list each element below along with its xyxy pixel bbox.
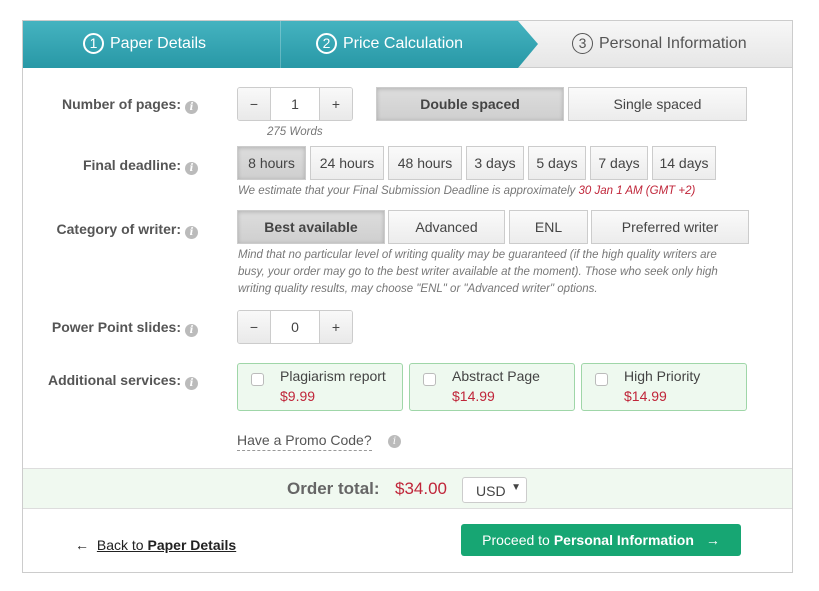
deadline-date: 30 Jan 1 AM (GMT +2) xyxy=(578,185,696,197)
step-price-calculation[interactable]: 2 Price Calculation xyxy=(316,33,463,54)
slides-label: Power Point slides: i xyxy=(23,319,198,337)
slides-plus-button[interactable]: + xyxy=(320,311,352,343)
deadline-estimate: We estimate that your Final Submission D… xyxy=(238,185,696,197)
services-label: Additional services: i xyxy=(23,372,198,390)
pages-input[interactable]: 1 xyxy=(270,88,320,120)
checkbox[interactable] xyxy=(251,373,264,386)
step-personal-information[interactable]: 3 Personal Information xyxy=(572,33,747,54)
writer-enl[interactable]: ENL xyxy=(509,210,588,244)
order-total-bar: Order total: $34.00 USD ▼ xyxy=(23,468,792,509)
deadline-48-hours[interactable]: 48 hours xyxy=(388,146,462,180)
progress-steps: 1 Paper Details 2 Price Calculation 3 Perso… xyxy=(23,21,792,68)
checkbox[interactable] xyxy=(595,373,608,386)
proceed-button[interactable]: Proceed to Personal Information → xyxy=(461,524,741,556)
deadline-24-hours[interactable]: 24 hours xyxy=(310,146,384,180)
deadline-label: Final deadline: i xyxy=(23,157,198,175)
deadline-7-days[interactable]: 7 days xyxy=(590,146,648,180)
words-count: 275 Words xyxy=(267,126,323,138)
slides-input[interactable]: 0 xyxy=(270,311,320,343)
currency-select[interactable]: USD ▼ xyxy=(462,477,527,503)
info-icon[interactable]: i xyxy=(185,324,198,337)
service-abstract-page[interactable]: Abstract Page $14.99 xyxy=(409,363,575,411)
promo-code-link[interactable]: Have a Promo Code? xyxy=(237,432,372,451)
order-total-value: $34.00 xyxy=(395,479,447,498)
service-high-priority[interactable]: High Priority $14.99 xyxy=(581,363,747,411)
step-paper-details[interactable]: 1 Paper Details xyxy=(83,33,206,54)
info-icon[interactable]: i xyxy=(185,101,198,114)
info-icon[interactable]: i xyxy=(185,226,198,239)
single-spaced-button[interactable]: Single spaced xyxy=(568,87,747,121)
deadline-3-days[interactable]: 3 days xyxy=(466,146,524,180)
deadline-5-days[interactable]: 5 days xyxy=(528,146,586,180)
pages-plus-button[interactable]: + xyxy=(320,88,352,120)
arrow-right-icon: → xyxy=(705,532,720,548)
arrow-left-icon: ← xyxy=(75,537,89,553)
info-icon[interactable]: i xyxy=(185,377,198,390)
writer-advanced[interactable]: Advanced xyxy=(388,210,505,244)
slides-stepper[interactable]: − 0 + xyxy=(237,310,353,344)
chevron-down-icon: ▼ xyxy=(511,482,521,493)
pages-stepper[interactable]: − 1 + xyxy=(237,87,353,121)
order-form: 1 Paper Details 2 Price Calculation 3 Perso… xyxy=(22,20,793,573)
writer-preferred[interactable]: Preferred writer xyxy=(591,210,749,244)
pages-label: Number of pages: i xyxy=(23,96,198,114)
checkbox[interactable] xyxy=(423,373,436,386)
info-icon[interactable]: i xyxy=(185,162,198,175)
service-plagiarism-report[interactable]: Plagiarism report $9.99 xyxy=(237,363,403,411)
double-spaced-button[interactable]: Double spaced xyxy=(376,87,564,121)
deadline-14-days[interactable]: 14 days xyxy=(652,146,716,180)
writer-best-available[interactable]: Best available xyxy=(237,210,385,244)
back-link[interactable]: ← Back to Paper Details xyxy=(75,537,236,553)
writer-label: Category of writer: i xyxy=(23,221,198,239)
slides-minus-button[interactable]: − xyxy=(238,311,270,343)
info-icon[interactable]: i xyxy=(388,435,401,448)
writer-note: Mind that no particular level of writing… xyxy=(238,249,718,295)
deadline-8-hours[interactable]: 8 hours xyxy=(237,146,306,180)
pages-minus-button[interactable]: − xyxy=(238,88,270,120)
